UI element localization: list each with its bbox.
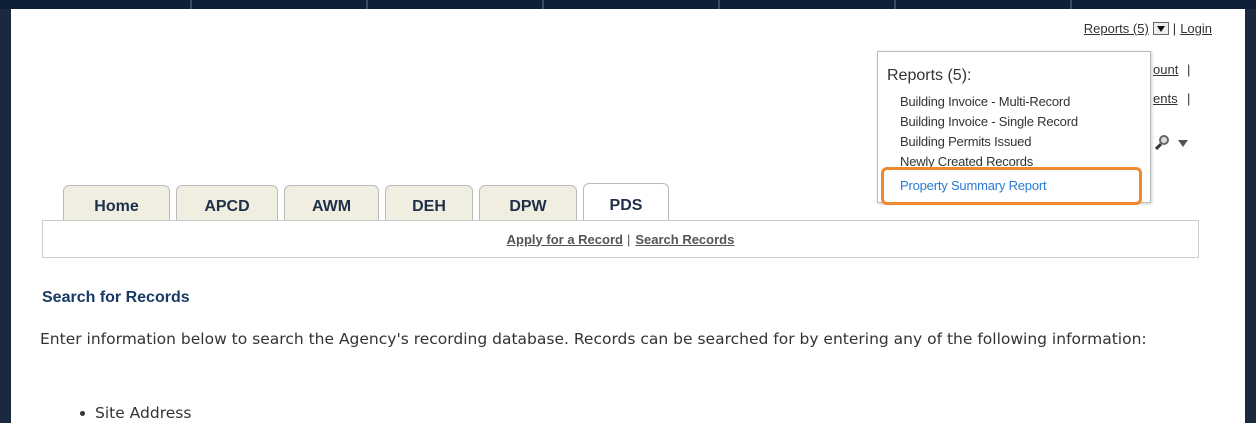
tab-dpw[interactable]: DPW xyxy=(479,185,577,221)
sub-navigation: Apply for a Record | Search Records xyxy=(42,220,1199,258)
tab-home[interactable]: Home xyxy=(63,185,170,221)
top-links: Reports (5) | Login xyxy=(1084,21,1212,36)
list-item-label: Site Address xyxy=(95,404,192,422)
separator: | xyxy=(1187,91,1191,106)
highlight-box xyxy=(881,167,1142,205)
tab-awm[interactable]: AWM xyxy=(284,185,379,221)
payments-link[interactable]: ents xyxy=(1153,91,1178,106)
reports-dropdown-icon[interactable] xyxy=(1152,22,1169,35)
tab-apcd[interactable]: APCD xyxy=(176,185,278,221)
top-banner-strip xyxy=(0,0,1256,9)
separator: | xyxy=(626,231,631,247)
list-item: Site Address xyxy=(80,404,191,422)
search-records-link[interactable]: Search Records xyxy=(635,232,734,247)
tab-pds[interactable]: PDS xyxy=(583,183,669,221)
report-item-building-invoice-multi[interactable]: Building Invoice - Multi-Record xyxy=(900,94,1070,109)
account-link[interactable]: ount xyxy=(1153,62,1178,77)
bullet-icon xyxy=(80,410,85,416)
agency-tabs: Home APCD AWM DEH DPW PDS xyxy=(63,183,669,221)
page-title: Search for Records xyxy=(42,289,190,306)
search-icon[interactable] xyxy=(1152,133,1174,153)
separator: | xyxy=(1172,21,1177,36)
reports-menu-title: Reports (5): xyxy=(887,67,972,84)
separator: | xyxy=(1187,62,1191,77)
apply-for-record-link[interactable]: Apply for a Record xyxy=(507,232,623,247)
chevron-down-icon[interactable] xyxy=(1178,139,1188,147)
intro-text: Enter information below to search the Ag… xyxy=(40,330,1147,348)
report-item-building-invoice-single[interactable]: Building Invoice - Single Record xyxy=(900,114,1078,129)
report-item-building-permits-issued[interactable]: Building Permits Issued xyxy=(900,134,1031,149)
tab-deh[interactable]: DEH xyxy=(385,185,473,221)
reports-link[interactable]: Reports (5) xyxy=(1084,21,1149,36)
global-search-controls xyxy=(1152,133,1188,153)
login-link[interactable]: Login xyxy=(1180,21,1212,36)
